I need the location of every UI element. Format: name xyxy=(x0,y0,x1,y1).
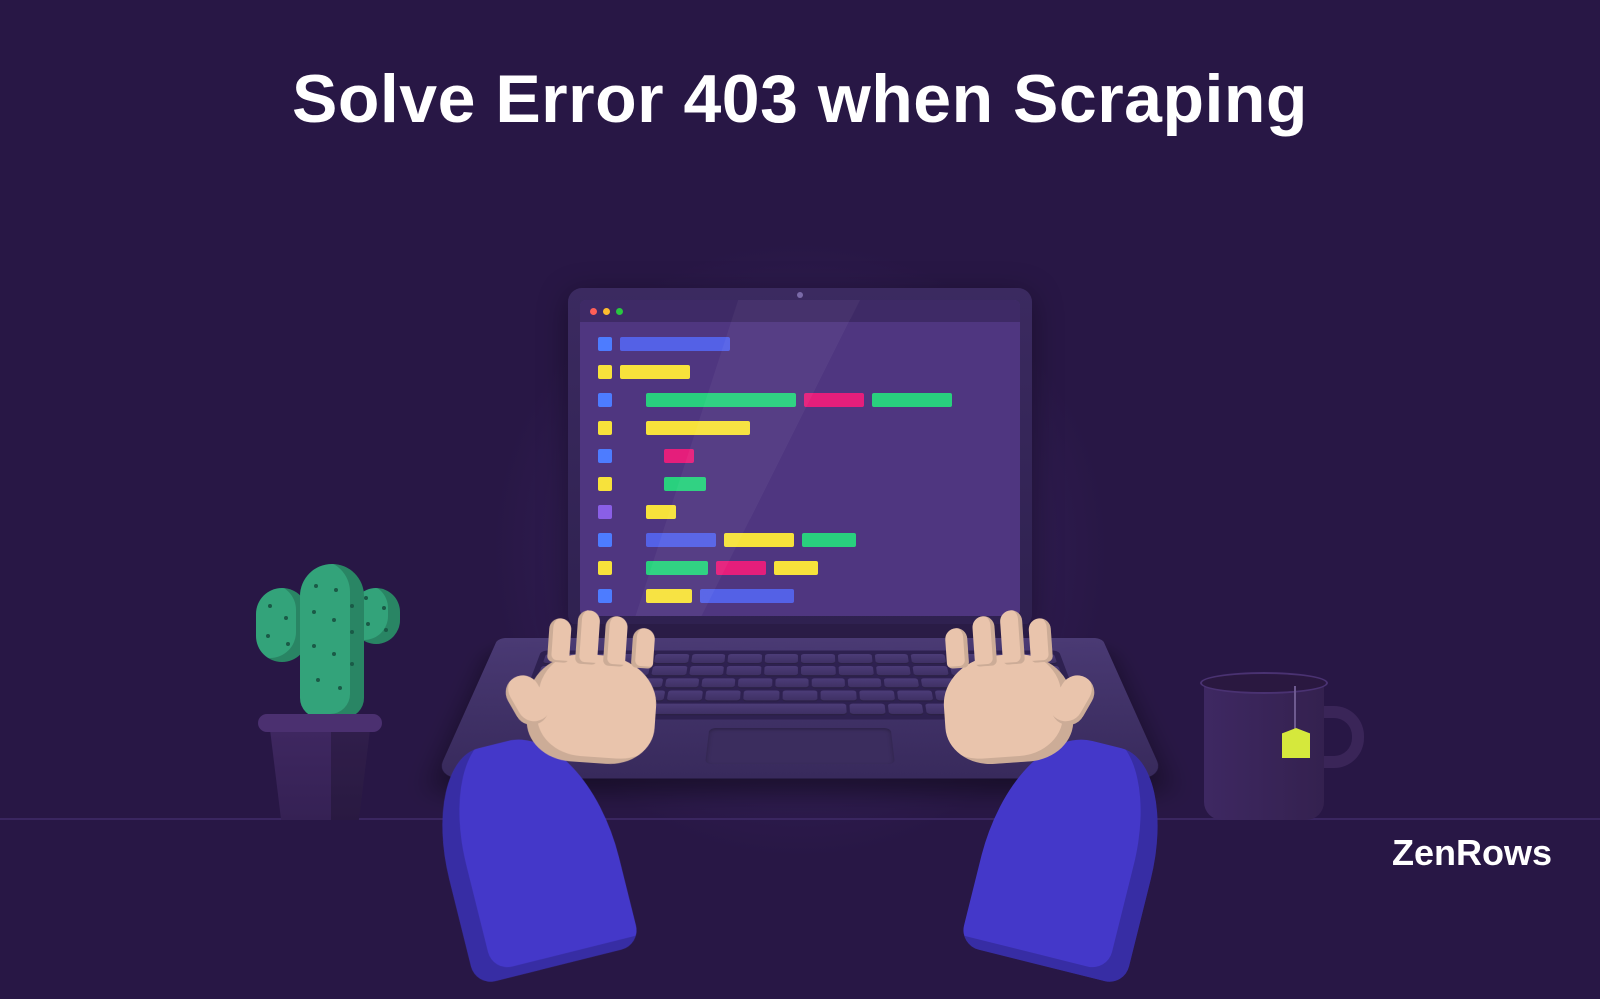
laptop-screen xyxy=(568,288,1032,628)
code-line xyxy=(598,418,1002,438)
trackpad xyxy=(705,728,895,764)
code-line xyxy=(598,530,1002,550)
code-line xyxy=(598,446,1002,466)
mug-illustration xyxy=(1190,650,1370,820)
minimize-icon xyxy=(603,308,610,315)
code-line xyxy=(598,558,1002,578)
code-line xyxy=(598,614,1002,616)
code-line xyxy=(598,334,1002,354)
camera-icon xyxy=(797,292,803,298)
right-arm xyxy=(910,631,1190,948)
page-title: Solve Error 403 when Scraping xyxy=(0,60,1600,138)
code-line xyxy=(598,390,1002,410)
maximize-icon xyxy=(616,308,623,315)
code-block xyxy=(598,334,1002,616)
code-line xyxy=(598,474,1002,494)
code-line xyxy=(598,586,1002,606)
close-icon xyxy=(590,308,597,315)
tea-tag-icon xyxy=(1282,728,1310,758)
code-line xyxy=(598,362,1002,382)
left-arm xyxy=(410,631,690,948)
window-titlebar xyxy=(580,300,1020,322)
code-line xyxy=(598,502,1002,522)
cactus-illustration xyxy=(220,500,420,820)
brand-logo: ZenRows xyxy=(1392,832,1552,874)
